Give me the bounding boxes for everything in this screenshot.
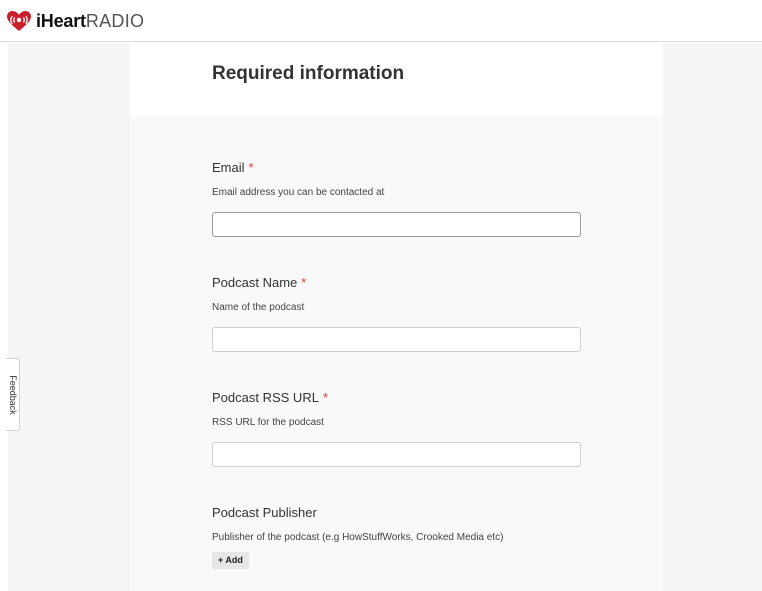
form-card: Required information Email * Email addres… [130,43,663,591]
email-field-group: Email * Email address you can be contacte… [212,160,592,237]
iheartradio-logo[interactable]: iHeartRADIO [6,10,144,32]
podcast-rss-url-help-text: RSS URL for the podcast [212,417,324,428]
podcast-name-required-mark: * [301,275,307,290]
podcast-name-help-text: Name of the podcast [212,302,305,313]
logo-wordmark-light: RADIO [85,11,145,31]
podcast-name-label: Podcast Name * [212,275,592,291]
podcast-rss-url-label: Podcast RSS URL * [212,390,592,406]
podcast-rss-url-required-mark: * [322,390,328,405]
podcast-publisher-label-text: Podcast Publisher [212,505,317,520]
podcast-name-field-group: Podcast Name * Name of the podcast [212,275,592,352]
logo-wordmark-bold: iHeart [36,11,86,31]
podcast-publisher-field-group: Podcast Publisher Publisher of the podca… [212,505,592,569]
podcast-rss-url-field-group: Podcast RSS URL * RSS URL for the podcast [212,390,592,467]
email-label-text: Email [212,160,245,175]
podcast-name-label-text: Podcast Name [212,275,298,290]
podcast-publisher-label: Podcast Publisher [212,505,592,521]
email-help-text: Email address you can be contacted at [212,187,385,198]
podcast-rss-url-input[interactable] [212,442,581,467]
email-input[interactable] [212,212,581,237]
email-required-mark: * [248,160,254,175]
feedback-tab[interactable]: Feedback [6,358,20,431]
add-publisher-button[interactable]: + Add [212,552,249,569]
podcast-rss-url-label-text: Podcast RSS URL [212,390,319,405]
top-header: iHeartRADIO [0,0,762,42]
podcast-name-input[interactable] [212,327,581,352]
form-header: Required information [130,43,663,116]
iheart-logo-icon [6,10,32,32]
page-title: Required information [212,63,405,84]
logo-wordmark: iHeartRADIO [36,10,144,32]
feedback-tab-label: Feedback [7,374,18,415]
email-label: Email * [212,160,592,176]
podcast-publisher-help-text: Publisher of the podcast (e.g HowStuffWo… [212,532,504,543]
